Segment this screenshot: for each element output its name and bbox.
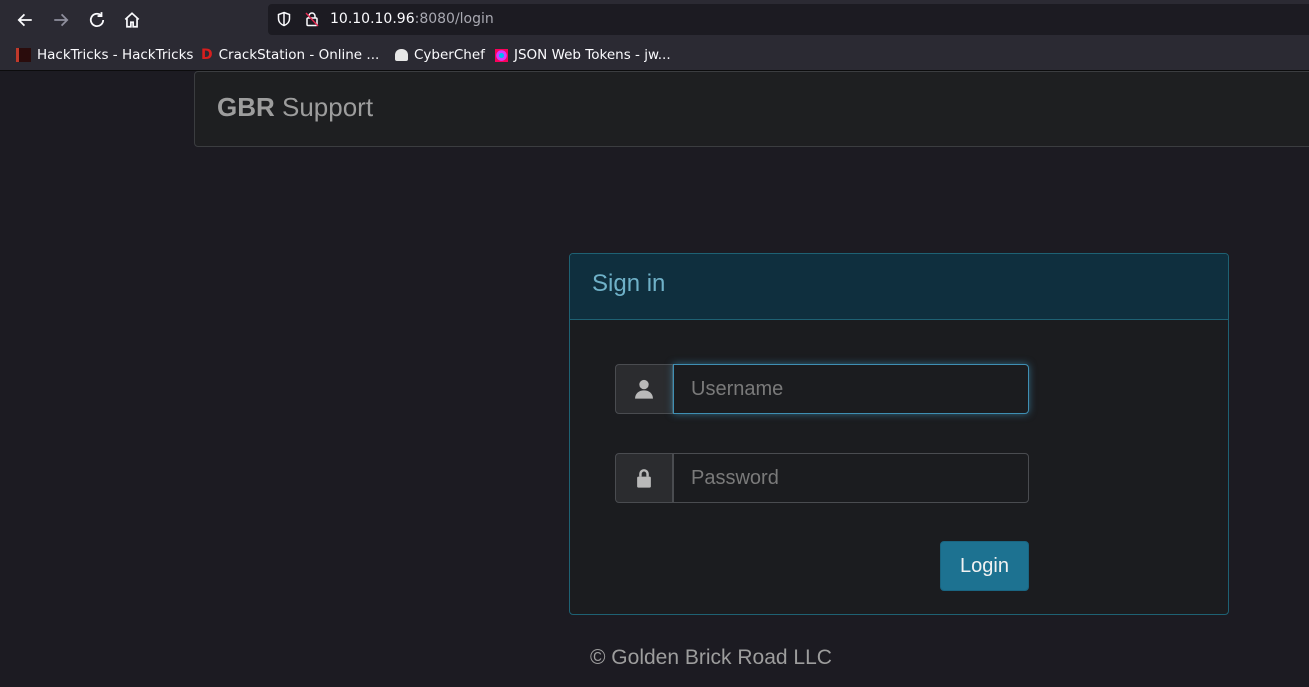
url-host: 10.10.10.96 — [330, 11, 415, 27]
forward-arrow-icon[interactable] — [48, 7, 74, 33]
login-button[interactable]: Login — [940, 541, 1029, 591]
site-navbar: GBR Support — [194, 71, 1309, 147]
bookmark-jwt[interactable]: JSON Web Tokens - jw... — [495, 46, 671, 64]
bookmark-crackstation[interactable]: D CrackStation - Online ... — [201, 46, 379, 64]
password-input[interactable] — [673, 453, 1029, 503]
bookmark-label: HackTricks - HackTricks — [37, 47, 194, 63]
bookmark-label: JSON Web Tokens - jw... — [514, 47, 671, 63]
hacktricks-icon — [16, 48, 31, 62]
url-path: :8080/login — [414, 11, 494, 27]
site-brand[interactable]: GBR Support — [217, 92, 373, 123]
footer-copyright: © Golden Brick Road LLC — [590, 646, 832, 669]
panel-title: Sign in — [592, 270, 666, 297]
bookmark-cyberchef[interactable]: CyberChef — [395, 46, 485, 64]
bookmark-label: CyberChef — [414, 47, 485, 63]
login-panel: Sign in Login — [569, 253, 1229, 615]
bookmarks-bar: HackTricks - HackTricks D CrackStation -… — [0, 39, 1309, 71]
jwt-icon — [495, 48, 508, 62]
insecure-lock-icon[interactable] — [304, 11, 320, 27]
username-input[interactable] — [673, 364, 1029, 414]
chef-hat-icon — [395, 49, 408, 61]
shield-icon[interactable] — [276, 11, 292, 27]
browser-toolbar: 10.10.10.96:8080/login — [0, 0, 1309, 39]
user-icon — [615, 364, 673, 414]
home-icon[interactable] — [119, 7, 145, 33]
back-arrow-icon[interactable] — [12, 7, 38, 33]
username-group — [615, 364, 1029, 414]
password-group — [615, 453, 1029, 503]
url-text[interactable]: 10.10.10.96:8080/login — [330, 11, 494, 27]
brand-bold: GBR — [217, 92, 275, 122]
brand-rest: Support — [274, 92, 374, 122]
reload-icon[interactable] — [84, 7, 110, 33]
crackstation-icon: D — [201, 47, 213, 63]
panel-heading: Sign in — [570, 254, 1228, 320]
address-bar[interactable]: 10.10.10.96:8080/login — [268, 4, 1309, 35]
bookmark-label: CrackStation - Online ... — [218, 47, 380, 63]
lock-icon — [615, 453, 673, 503]
bookmark-hacktricks[interactable]: HackTricks - HackTricks — [16, 46, 193, 64]
